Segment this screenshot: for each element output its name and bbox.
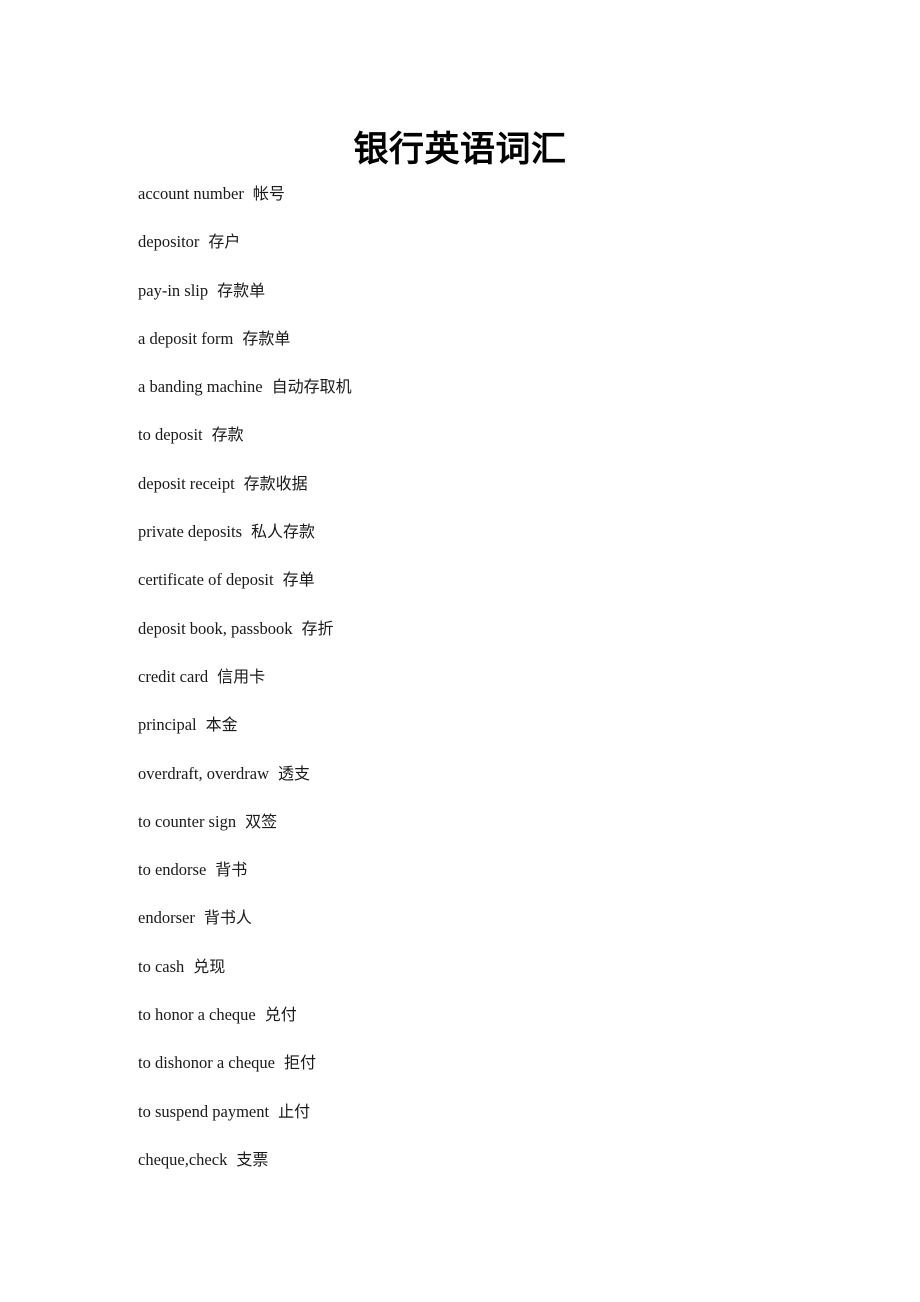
- term-english: deposit receipt: [138, 473, 235, 493]
- term-chinese: 帐号: [252, 184, 285, 203]
- list-item: to honor a cheque 兑付: [138, 1003, 838, 1051]
- term-chinese: 存单: [282, 570, 315, 590]
- term-english: credit card: [138, 666, 209, 686]
- list-item: depositor 存户: [138, 230, 838, 278]
- list-item: overdraft, overdraw 透支: [138, 762, 838, 810]
- term-chinese: 背书: [215, 860, 248, 880]
- term-chinese: 兑付: [264, 1005, 297, 1025]
- list-item: pay-in slip 存款单: [138, 279, 838, 327]
- term-chinese: 存款单: [217, 280, 266, 300]
- list-item: to suspend payment 止付: [138, 1100, 838, 1148]
- term-english: account number: [138, 184, 244, 203]
- list-item: a banding machine 自动存取机: [138, 375, 838, 423]
- list-item: a deposit form 存款单: [138, 327, 838, 375]
- term-chinese: 背书人: [203, 908, 252, 928]
- term-chinese: 本金: [205, 715, 238, 735]
- list-item: deposit book, passbook 存折: [138, 617, 838, 665]
- term-chinese: 存款收据: [243, 473, 308, 493]
- term-chinese: 信用卡: [217, 666, 266, 686]
- term-english: private deposits: [138, 522, 243, 542]
- term-english: to counter sign: [138, 811, 237, 831]
- page-title: 银行英语词汇: [353, 130, 567, 170]
- term-english: to suspend payment: [138, 1101, 270, 1121]
- term-english: to deposit: [138, 425, 203, 445]
- term-chinese: 支票: [236, 1149, 269, 1169]
- term-chinese: 私人存款: [251, 522, 316, 542]
- term-english: to cash: [138, 956, 185, 976]
- term-chinese: 止付: [278, 1101, 311, 1121]
- term-chinese: 兑现: [193, 956, 226, 976]
- list-item: deposit receipt 存款收据: [138, 472, 838, 520]
- list-item: private deposits 私人存款: [138, 520, 838, 568]
- list-item: account number 帐号: [138, 182, 838, 230]
- term-chinese: 存款: [211, 425, 244, 445]
- term-chinese: 存款单: [242, 328, 291, 348]
- term-english: a banding machine: [138, 377, 263, 397]
- term-english: certificate of deposit: [138, 570, 274, 590]
- term-chinese: 拒付: [284, 1053, 317, 1073]
- term-english: deposit book, passbook: [138, 618, 293, 638]
- term-english: a deposit form: [138, 328, 234, 348]
- term-chinese: 双签: [245, 811, 278, 831]
- vocabulary-list: account number 帐号 depositor 存户 pay-in slip 存款…: [138, 182, 838, 1196]
- term-chinese: 存折: [301, 618, 334, 638]
- list-item: to endorse 背书: [138, 858, 838, 906]
- term-chinese: 透支: [278, 763, 311, 783]
- term-english: depositor: [138, 232, 200, 252]
- term-chinese: 自动存取机: [271, 377, 352, 397]
- term-english: cheque,check: [138, 1149, 228, 1169]
- list-item: to deposit 存款: [138, 423, 838, 471]
- list-item: to dishonor a cheque 拒付: [138, 1051, 838, 1099]
- list-item: to cash 兑现: [138, 955, 838, 1003]
- list-item: credit card 信用卡: [138, 665, 838, 713]
- list-item: principal 本金: [138, 713, 838, 761]
- list-item: to counter sign 双签: [138, 810, 838, 858]
- term-english: to endorse: [138, 860, 207, 880]
- term-chinese: 存户: [208, 232, 241, 252]
- list-item: cheque,check 支票: [138, 1148, 838, 1196]
- term-english: to dishonor a cheque: [138, 1053, 276, 1073]
- term-english: pay-in slip: [138, 280, 209, 300]
- list-item: certificate of deposit 存单: [138, 568, 838, 616]
- document-page: 银行英语词汇 account number 帐号 depositor 存户 pay-in…: [0, 0, 920, 1302]
- list-item: endorser 背书人: [138, 906, 838, 954]
- term-english: to honor a cheque: [138, 1005, 256, 1025]
- term-english: principal: [138, 715, 197, 735]
- term-english: endorser: [138, 908, 195, 928]
- term-english: overdraft, overdraw: [138, 763, 270, 783]
